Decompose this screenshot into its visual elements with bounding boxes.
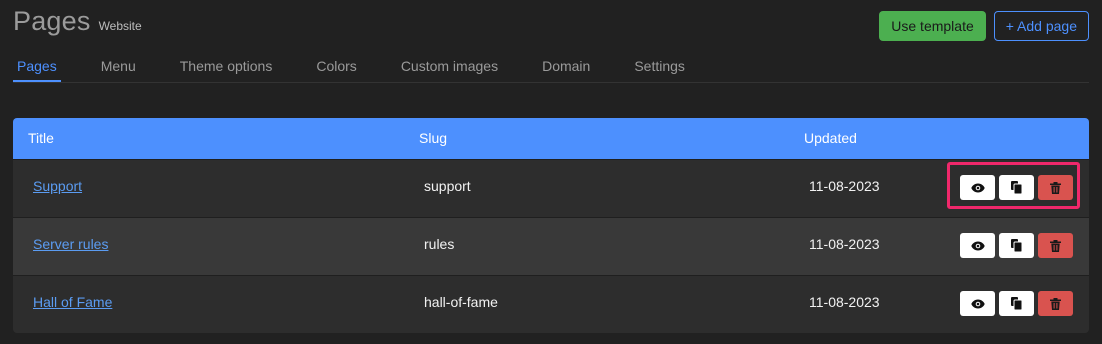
delete-button[interactable] — [1038, 291, 1073, 316]
eye-icon — [970, 241, 985, 250]
tab-pages[interactable]: Pages — [13, 58, 61, 82]
view-button[interactable] — [960, 291, 995, 316]
page-title-link[interactable]: Support — [33, 178, 82, 194]
page-header: Pages Website — [13, 6, 142, 37]
tab-theme-options[interactable]: Theme options — [176, 58, 277, 82]
row-action-buttons — [960, 175, 1073, 200]
page-slug: support — [424, 178, 471, 194]
trash-icon — [1050, 297, 1061, 310]
trash-icon — [1050, 181, 1061, 194]
duplicate-button[interactable] — [999, 233, 1034, 258]
trash-icon — [1050, 239, 1061, 252]
table-row: Server rules rules 11-08-2023 — [13, 217, 1089, 275]
page-title-link[interactable]: Server rules — [33, 236, 108, 252]
page-updated-date: 11-08-2023 — [809, 236, 880, 252]
column-header-updated: Updated — [804, 130, 857, 146]
eye-icon — [970, 299, 985, 308]
tab-domain[interactable]: Domain — [538, 58, 594, 82]
header-actions: Use template + Add page — [879, 11, 1089, 41]
page-subtitle: Website — [98, 19, 142, 33]
use-template-button[interactable]: Use template — [879, 11, 986, 41]
column-header-slug: Slug — [419, 130, 448, 146]
page-updated-date: 11-08-2023 — [809, 294, 880, 310]
delete-button[interactable] — [1038, 175, 1073, 200]
delete-button[interactable] — [1038, 233, 1073, 258]
copy-icon — [1011, 181, 1022, 194]
page-slug: hall-of-fame — [424, 294, 498, 310]
copy-icon — [1011, 239, 1022, 252]
copy-icon — [1011, 297, 1022, 310]
tab-colors[interactable]: Colors — [312, 58, 360, 82]
row-action-buttons — [960, 291, 1073, 316]
tab-custom-images[interactable]: Custom images — [397, 58, 502, 82]
page-title: Pages — [13, 6, 91, 36]
page-updated-date: 11-08-2023 — [809, 178, 880, 194]
eye-icon — [970, 183, 985, 192]
add-page-button[interactable]: + Add page — [993, 11, 1089, 41]
table-row: Hall of Fame hall-of-fame 11-08-2023 — [13, 275, 1089, 333]
row-action-buttons — [960, 233, 1073, 258]
duplicate-button[interactable] — [999, 291, 1034, 316]
table-row: Support support 11-08-2023 — [13, 159, 1089, 217]
page-slug: rules — [424, 236, 455, 252]
view-button[interactable] — [960, 175, 995, 200]
column-header-title: Title — [28, 130, 54, 146]
duplicate-button[interactable] — [999, 175, 1034, 200]
tab-settings[interactable]: Settings — [630, 58, 689, 82]
view-button[interactable] — [960, 233, 995, 258]
page-title-link[interactable]: Hall of Fame — [33, 294, 112, 310]
pages-table: Title Slug Updated Support support 11-08… — [13, 118, 1089, 333]
table-header: Title Slug Updated — [13, 118, 1089, 159]
tab-bar: Pages Menu Theme options Colors Custom i… — [13, 58, 1089, 83]
tab-menu[interactable]: Menu — [97, 58, 140, 82]
